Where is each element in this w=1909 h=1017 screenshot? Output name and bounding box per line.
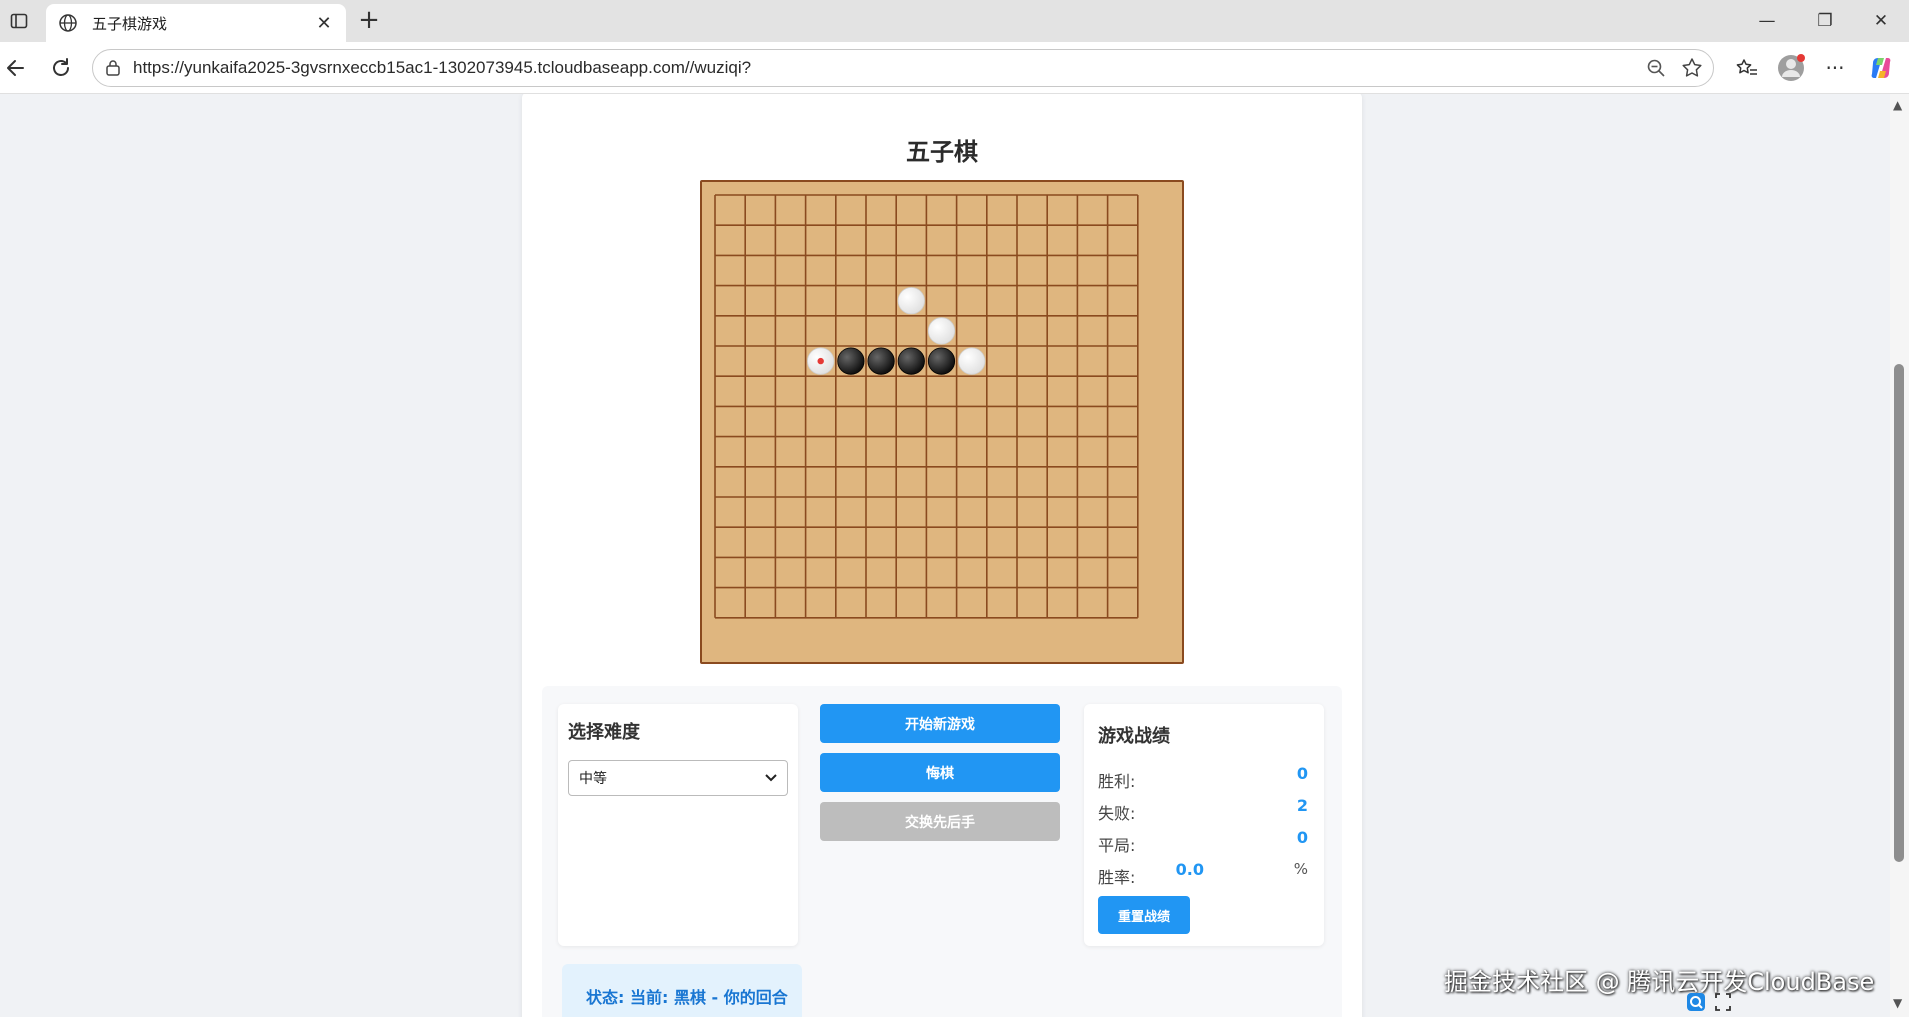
wins-label: 胜利:	[1098, 772, 1136, 791]
losses-label: 失败:	[1098, 804, 1136, 823]
close-tab-icon[interactable]: ✕	[314, 13, 334, 34]
url-text[interactable]: https://yunkaifa2025-3gvsrnxeccb15ac1-13…	[133, 58, 1641, 78]
scrollbar-thumb[interactable]	[1894, 364, 1904, 862]
search-app-icon[interactable]	[1686, 992, 1706, 1012]
stats-title: 游戏战绩	[1098, 726, 1170, 747]
win-rate-row: 胜率: 0.0 %	[1098, 860, 1308, 887]
black-stone	[837, 347, 865, 375]
losses-row: 失败: 2	[1098, 796, 1308, 823]
zoom-out-icon[interactable]	[1641, 53, 1671, 83]
restore-button[interactable]: ❐	[1798, 6, 1852, 36]
stats-panel: 游戏战绩 胜利: 0 失败: 2 平局: 0 胜率: 0.0 % 重置战绩	[1084, 704, 1324, 946]
game-title: 五子棋	[906, 138, 978, 166]
reset-stats-button[interactable]: 重置战绩	[1098, 896, 1190, 934]
corner-tools	[1686, 992, 1736, 1014]
scroll-up-icon[interactable]: ▲	[1893, 98, 1902, 112]
board-grid[interactable]	[702, 182, 1182, 662]
reload-button[interactable]	[45, 52, 77, 84]
draws-value: 0	[1296, 828, 1308, 847]
black-stone	[897, 347, 925, 375]
undo-button[interactable]: 悔棋	[820, 753, 1060, 792]
watermark-text: 掘金技术社区 @ 腾讯云开发CloudBase	[1444, 968, 1875, 996]
browser-toolbar: https://yunkaifa2025-3gvsrnxeccb15ac1-13…	[0, 42, 1909, 94]
minimize-button[interactable]: —	[1740, 6, 1794, 36]
last-move-marker	[817, 357, 824, 365]
favorites-icon[interactable]	[1730, 52, 1764, 84]
game-card: 五子棋 选择难度 中等 开始新游戏 悔棋 交换先后手 游戏战绩 胜利: 0 失败…	[522, 94, 1362, 1017]
difficulty-title: 选择难度	[568, 722, 640, 743]
black-stone	[927, 347, 956, 375]
address-bar[interactable]: https://yunkaifa2025-3gvsrnxeccb15ac1-13…	[92, 49, 1714, 87]
page-viewport: 五子棋 选择难度 中等 开始新游戏 悔棋 交换先后手 游戏战绩 胜利: 0 失败…	[0, 94, 1890, 1017]
gomoku-board[interactable]	[700, 180, 1184, 664]
more-options-icon[interactable]: ···	[1818, 52, 1852, 84]
difficulty-panel: 选择难度 中等	[558, 704, 798, 946]
status-text: 状态: 当前: 黑棋 - 你的回合	[586, 988, 788, 1007]
difficulty-select[interactable]: 中等	[568, 760, 788, 796]
white-stone	[927, 317, 956, 345]
wins-value: 0	[1296, 764, 1308, 783]
win-rate-unit: %	[1293, 860, 1308, 878]
tab-title: 五子棋游戏	[92, 14, 168, 33]
browser-tab[interactable]: 五子棋游戏 ✕	[46, 4, 346, 42]
status-bar: 状态: 当前: 黑棋 - 你的回合	[562, 964, 802, 1017]
favorite-star-icon[interactable]	[1677, 53, 1707, 83]
tab-actions-icon[interactable]	[8, 10, 30, 32]
win-rate-value: 0.0	[1175, 860, 1204, 879]
win-rate-label: 胜率:	[1098, 868, 1136, 887]
close-window-button[interactable]: ✕	[1854, 6, 1908, 36]
copilot-icon[interactable]	[1864, 52, 1898, 84]
white-stone	[897, 287, 925, 315]
controls-area: 选择难度 中等 开始新游戏 悔棋 交换先后手 游戏战绩 胜利: 0 失败: 2 …	[542, 686, 1342, 1017]
scroll-down-icon[interactable]: ▼	[1893, 996, 1902, 1010]
chevron-down-icon	[765, 771, 777, 785]
globe-icon	[58, 13, 78, 33]
difficulty-selected-value: 中等	[579, 771, 607, 787]
new-game-button[interactable]: 开始新游戏	[820, 704, 1060, 743]
browser-tab-bar: 五子棋游戏 ✕ + — ❐ ✕	[0, 0, 1909, 42]
losses-value: 2	[1296, 796, 1308, 815]
draws-label: 平局:	[1098, 836, 1136, 855]
profile-avatar[interactable]	[1774, 52, 1808, 84]
draws-row: 平局: 0	[1098, 828, 1308, 855]
page-scrollbar[interactable]: ▲ ▼	[1890, 94, 1909, 1017]
swap-first-button[interactable]: 交换先后手	[820, 802, 1060, 841]
site-info-icon[interactable]	[103, 58, 123, 78]
white-stone	[958, 347, 986, 375]
black-stone	[867, 347, 895, 375]
wins-row: 胜利: 0	[1098, 764, 1308, 791]
new-tab-button[interactable]: +	[356, 7, 382, 34]
screenshot-icon[interactable]	[1714, 992, 1732, 1012]
back-button[interactable]	[0, 52, 32, 84]
